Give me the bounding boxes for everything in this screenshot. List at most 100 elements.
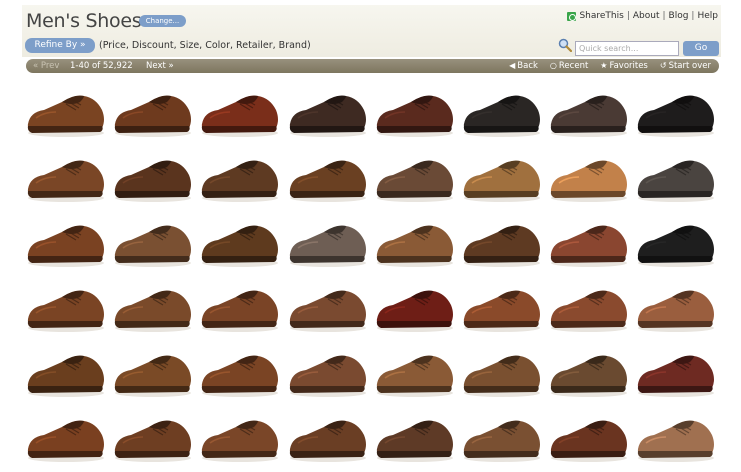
shoe-product-14[interactable]: [458, 145, 544, 207]
shoe-image: [115, 420, 192, 462]
shoe-product-32[interactable]: [632, 275, 718, 337]
shoe-image: [551, 225, 628, 267]
about-link[interactable]: About: [633, 11, 660, 21]
result-count: 1-40 of 52,922: [70, 61, 133, 71]
shoe-product-36[interactable]: [284, 340, 370, 402]
recent-link[interactable]: ○ Recent: [550, 59, 588, 73]
shoe-product-26[interactable]: [109, 275, 195, 337]
shoe-image: [551, 420, 628, 462]
refine-by-button[interactable]: Refine By »: [25, 38, 95, 53]
favorites-link[interactable]: ★ Favorites: [600, 59, 648, 73]
shoe-product-21[interactable]: [371, 210, 457, 272]
shoe-image: [289, 420, 366, 462]
sharethis-link[interactable]: ShareThis: [579, 11, 623, 21]
shoe-product-46[interactable]: [458, 405, 544, 467]
shoe-image: [202, 355, 279, 397]
shoe-image: [638, 355, 715, 397]
refine-options-text: (Price, Discount, Size, Color, Retailer,…: [99, 40, 311, 51]
shoe-product-5[interactable]: [371, 80, 457, 142]
header-bar: Men's Shoes Change... ShareThis | About …: [22, 5, 721, 57]
quick-search-input[interactable]: [575, 41, 679, 56]
recent-label: Recent: [558, 61, 589, 71]
shoe-image: [638, 95, 715, 137]
shoe-product-17[interactable]: [22, 210, 108, 272]
shoe-image: [463, 160, 540, 202]
link-separator: |: [626, 11, 630, 21]
shoe-product-30[interactable]: [458, 275, 544, 337]
shoe-product-10[interactable]: [109, 145, 195, 207]
shoe-product-23[interactable]: [545, 210, 631, 272]
shoe-product-7[interactable]: [545, 80, 631, 142]
shoe-product-25[interactable]: [22, 275, 108, 337]
shoe-image: [27, 225, 104, 267]
shoe-image: [551, 290, 628, 332]
shoe-product-4[interactable]: [284, 80, 370, 142]
shoe-product-43[interactable]: [196, 405, 282, 467]
shoe-image: [551, 95, 628, 137]
shoe-product-31[interactable]: [545, 275, 631, 337]
shoe-product-40[interactable]: [632, 340, 718, 402]
blog-link[interactable]: Blog: [669, 11, 689, 21]
sharethis-icon[interactable]: [567, 11, 577, 21]
shoe-product-15[interactable]: [545, 145, 631, 207]
shoe-product-35[interactable]: [196, 340, 282, 402]
shoe-product-41[interactable]: [22, 405, 108, 467]
shoe-image: [115, 290, 192, 332]
shoe-product-6[interactable]: [458, 80, 544, 142]
shoe-product-47[interactable]: [545, 405, 631, 467]
shoe-image: [202, 225, 279, 267]
shoe-product-13[interactable]: [371, 145, 457, 207]
shoe-product-3[interactable]: [196, 80, 282, 142]
help-link[interactable]: Help: [697, 11, 718, 21]
shoe-product-9[interactable]: [22, 145, 108, 207]
pager-bar: « Prev 1-40 of 52,922 Next » ◀ Back ○ Re…: [26, 59, 719, 73]
shoe-image: [289, 160, 366, 202]
shoe-image: [202, 160, 279, 202]
shoe-product-28[interactable]: [284, 275, 370, 337]
shoe-product-29[interactable]: [371, 275, 457, 337]
shoe-product-39[interactable]: [545, 340, 631, 402]
shoe-image: [27, 160, 104, 202]
shoe-product-12[interactable]: [284, 145, 370, 207]
search-icon: [558, 38, 572, 52]
shoe-product-11[interactable]: [196, 145, 282, 207]
shoe-product-24[interactable]: [632, 210, 718, 272]
start-over-link[interactable]: ↺ Start over: [660, 59, 711, 73]
start-over-label: Start over: [668, 61, 711, 71]
shoe-product-16[interactable]: [632, 145, 718, 207]
shoe-image: [376, 225, 453, 267]
back-link[interactable]: ◀ Back: [509, 59, 538, 73]
shoe-image: [376, 355, 453, 397]
shoe-product-18[interactable]: [109, 210, 195, 272]
go-button[interactable]: Go: [683, 41, 719, 56]
link-separator: |: [691, 11, 695, 21]
shoe-image: [551, 160, 628, 202]
shoe-product-44[interactable]: [284, 405, 370, 467]
shoe-image: [289, 290, 366, 332]
shoe-image: [638, 160, 715, 202]
shoe-product-1[interactable]: [22, 80, 108, 142]
shoe-image: [551, 355, 628, 397]
shoe-product-33[interactable]: [22, 340, 108, 402]
shoe-product-19[interactable]: [196, 210, 282, 272]
shoe-image: [376, 290, 453, 332]
shoe-product-38[interactable]: [458, 340, 544, 402]
shoe-product-37[interactable]: [371, 340, 457, 402]
shoe-image: [115, 355, 192, 397]
next-page-link[interactable]: Next »: [146, 59, 174, 73]
shoe-product-48[interactable]: [632, 405, 718, 467]
shoe-product-42[interactable]: [109, 405, 195, 467]
history-nav: ◀ Back ○ Recent ★ Favorites ↺ Start over: [509, 59, 711, 73]
recent-clock-icon: ○: [549, 61, 557, 70]
prev-page-link[interactable]: « Prev: [33, 59, 59, 73]
shoe-product-8[interactable]: [632, 80, 718, 142]
shoe-product-22[interactable]: [458, 210, 544, 272]
shoe-product-45[interactable]: [371, 405, 457, 467]
change-category-button[interactable]: Change...: [139, 15, 186, 27]
shoe-product-2[interactable]: [109, 80, 195, 142]
shoe-product-27[interactable]: [196, 275, 282, 337]
shoe-product-34[interactable]: [109, 340, 195, 402]
shoe-product-20[interactable]: [284, 210, 370, 272]
back-arrow-icon: ◀: [509, 61, 516, 70]
shoe-image: [638, 290, 715, 332]
